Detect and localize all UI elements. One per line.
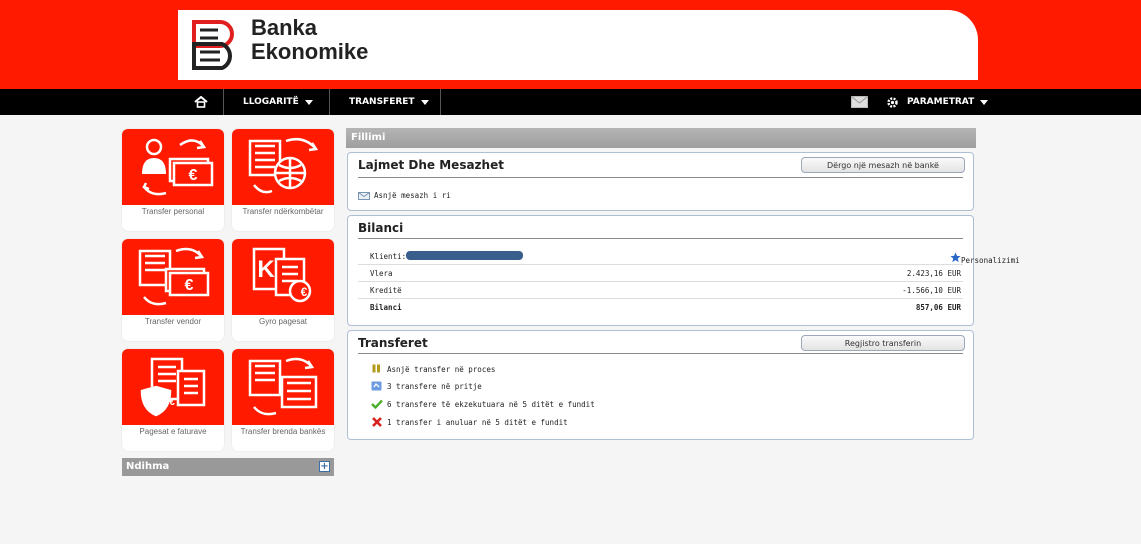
section-header: Fillimi xyxy=(346,128,976,148)
transfer-status-text[interactable]: 3 transfere në pritje xyxy=(387,382,482,391)
tile-image xyxy=(232,129,334,205)
transfer-status-text: Asnjë transfer në proces xyxy=(387,365,496,374)
news-title: Lajmet Dhe Mesazhet xyxy=(358,158,504,172)
logo-panel: Banka Ekonomike xyxy=(178,10,978,80)
balance-total-value: 857,06 EUR xyxy=(915,303,961,312)
mail-open-icon xyxy=(358,192,370,200)
envelope-icon xyxy=(851,96,868,108)
nav-transfers[interactable]: TRANSFERET xyxy=(349,89,429,115)
tile-transfer-internal[interactable]: Transfer brenda bankës xyxy=(232,349,334,451)
nav-parameters[interactable]: PARAMETRAT xyxy=(886,89,989,115)
main-nav: LLOGARITË TRANSFERET PARAMETRAT xyxy=(0,89,1141,115)
check-icon xyxy=(371,399,383,409)
personalize-label: Personalizimi xyxy=(961,256,1020,265)
client-row: Klienti: Personalizimi xyxy=(358,248,1020,265)
svg-text:K: K xyxy=(257,256,275,283)
balance-total-label: Bilanci xyxy=(370,303,402,312)
nav-parameters-label: PARAMETRAT xyxy=(907,97,975,107)
giro-payment-icon: K € xyxy=(252,247,312,303)
bank-logo-icon[interactable] xyxy=(190,18,238,72)
transfers-title: Transferet xyxy=(358,336,428,350)
bank-globe-icon xyxy=(248,138,319,194)
balance-row-label: Kreditë xyxy=(370,286,402,295)
section-title: Fillimi xyxy=(351,132,386,143)
send-message-button[interactable]: Dërgo një mesazh në bankë xyxy=(801,157,965,173)
nav-accounts-label: LLOGARITË xyxy=(243,97,299,107)
header-bar: Banka Ekonomike xyxy=(0,0,1141,89)
tile-label: Transfer brenda bankës xyxy=(240,427,326,436)
chevron-down-icon xyxy=(420,99,429,105)
balance-title: Bilanci xyxy=(358,221,404,235)
bank-name-line2: Ekonomike xyxy=(251,39,369,64)
register-transfer-button[interactable]: Regjistro transferin xyxy=(801,335,965,351)
balance-row: Kreditë -1.566,10 EUR xyxy=(358,282,963,299)
tile-image: € xyxy=(122,239,224,315)
svg-text:€: € xyxy=(189,167,198,184)
tile-image: € xyxy=(122,349,224,425)
no-messages-text: Asnjë mesazh i ri xyxy=(374,191,451,200)
gear-icon xyxy=(887,96,898,108)
divider xyxy=(358,177,963,178)
personalize-link[interactable]: Personalizimi xyxy=(950,252,1020,265)
nav-accounts[interactable]: LLOGARITË xyxy=(243,89,313,115)
divider xyxy=(358,238,963,239)
news-panel: Lajmet Dhe Mesazhet Dërgo një mesazh në … xyxy=(347,152,974,211)
bank-name: Banka Ekonomike xyxy=(251,16,368,64)
tile-image: K € xyxy=(232,239,334,315)
pause-icon xyxy=(372,364,380,373)
balance-panel: Bilanci Klienti: Personalizimi Vlera 2.4… xyxy=(347,215,1020,326)
svg-text:€: € xyxy=(169,397,175,408)
balance-row-value: 2.423,16 EUR xyxy=(906,269,961,278)
nav-divider xyxy=(329,89,330,115)
tile-image xyxy=(232,349,334,425)
send-message-label: Dërgo një mesazh në bankë xyxy=(827,160,939,170)
expand-plus-icon[interactable]: + xyxy=(319,461,330,472)
invoice-shield-icon: € xyxy=(140,357,206,417)
home-button[interactable] xyxy=(194,89,208,115)
tile-label: Transfer ndërkombëtar xyxy=(242,207,324,216)
divider xyxy=(358,353,963,354)
balance-row-value: -1.566,10 EUR xyxy=(902,286,961,295)
chevron-down-icon xyxy=(980,99,989,105)
svg-text:€: € xyxy=(185,277,194,294)
pending-icon xyxy=(371,381,382,391)
client-label: Klienti: xyxy=(370,252,407,261)
cross-icon xyxy=(372,417,382,427)
tile-bill-payments[interactable]: € Pagesat e faturave xyxy=(122,349,224,451)
balance-row-label: Vlera xyxy=(370,269,393,278)
tile-label: Pagesat e faturave xyxy=(139,427,207,436)
star-icon xyxy=(950,252,961,263)
tile-image: € xyxy=(122,129,224,205)
transfer-status-text[interactable]: 1 transfer i anuluar në 5 ditët e fundit xyxy=(387,418,568,427)
help-title: Ndihma xyxy=(126,461,170,472)
transfer-status-text[interactable]: 6 transfere të ekzekutuara në 5 ditët e … xyxy=(387,400,595,409)
tile-transfer-domestic[interactable]: € Transfer vendor xyxy=(122,239,224,341)
balance-row: Vlera 2.423,16 EUR xyxy=(358,265,963,282)
person-euro-icon: € xyxy=(142,138,214,196)
nav-divider xyxy=(440,89,441,115)
bank-euro-icon: € xyxy=(138,247,210,306)
balance-total-row: Bilanci 857,06 EUR xyxy=(358,299,963,316)
tile-label: Transfer vendor xyxy=(144,317,202,326)
svg-text:€: € xyxy=(301,285,308,299)
tile-transfer-personal[interactable]: € Transfer personal xyxy=(122,129,224,231)
chevron-down-icon xyxy=(304,99,313,105)
help-panel-header[interactable]: Ndihma + xyxy=(122,458,334,476)
bank-to-bank-icon xyxy=(248,357,318,416)
home-icon xyxy=(194,96,208,108)
bank-name-line1: Banka xyxy=(251,15,318,40)
messages-button[interactable] xyxy=(851,89,868,115)
tile-giro-payments[interactable]: K € Gyro pagesat xyxy=(232,239,334,341)
tile-label: Transfer personal xyxy=(141,207,205,216)
tile-transfer-international[interactable]: Transfer ndërkombëtar xyxy=(232,129,334,231)
client-name-masked xyxy=(406,251,523,260)
nav-divider xyxy=(223,89,224,115)
transfers-panel: Transferet Regjistro transferin Asnjë tr… xyxy=(347,330,974,440)
nav-transfers-label: TRANSFERET xyxy=(349,97,415,107)
register-transfer-label: Regjistro transferin xyxy=(844,338,922,348)
tile-label: Gyro pagesat xyxy=(258,317,308,326)
